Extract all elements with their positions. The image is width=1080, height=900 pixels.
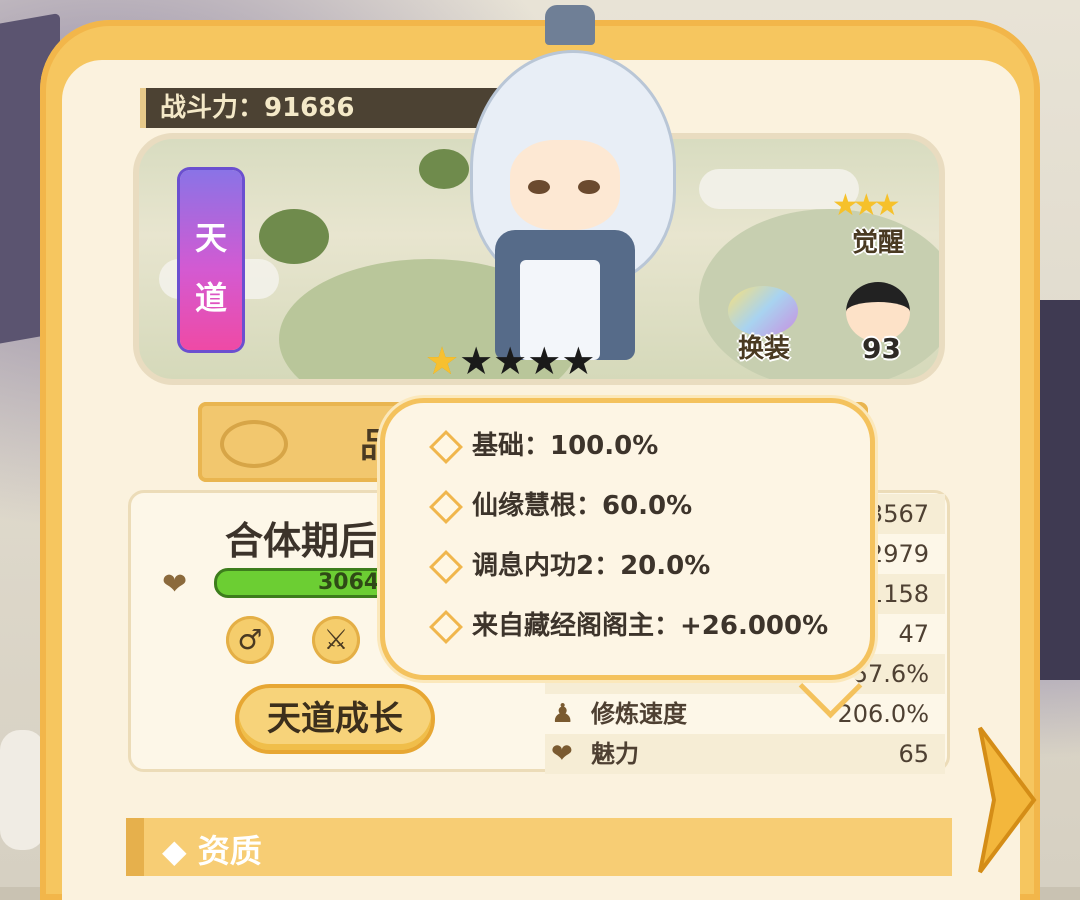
tier-tag-char: 天 xyxy=(194,219,227,257)
follower-count: 93 xyxy=(862,332,901,365)
heart-icon: ❤ xyxy=(162,567,188,602)
stat-name: 修炼速度 xyxy=(591,700,687,728)
character-eye xyxy=(528,180,550,194)
awaken-button[interactable]: 觉醒 xyxy=(852,222,904,259)
star-empty-icon: ★ xyxy=(493,339,528,383)
stat-row-charm: ❤ 魅力 65 xyxy=(545,734,945,774)
tier-tag: 天 道 xyxy=(180,170,242,350)
side-character xyxy=(0,730,45,850)
character-eye xyxy=(578,180,600,194)
star-rating: ★★★★★ xyxy=(425,342,595,380)
stat-value: 1158 xyxy=(867,580,929,608)
tooltip-row: 调息内功2：20.0% xyxy=(429,546,710,586)
stat-value: 47 xyxy=(898,620,929,648)
star-empty-icon: ★ xyxy=(459,339,494,383)
meditate-icon: ♟ xyxy=(551,699,575,729)
tooltip-row: 来自藏经阁阁主：+26.000% xyxy=(429,606,828,646)
stat-value: 2979 xyxy=(867,540,929,568)
stat-value: 3567 xyxy=(867,500,929,528)
stat-row-cultivation-speed: ♟ 修炼速度 206.0% xyxy=(545,694,945,734)
tier-tag-char: 道 xyxy=(194,279,227,317)
heart-icon: ❤ xyxy=(551,739,573,769)
character-crown xyxy=(545,5,595,45)
next-arrow-icon[interactable] xyxy=(972,720,1042,880)
tooltip-row: 基础：100.0% xyxy=(429,426,658,466)
diamond-bullet-icon xyxy=(429,489,463,524)
weapon-icon[interactable]: ⚔ xyxy=(312,616,360,664)
change-outfit-button[interactable]: 换装 xyxy=(738,328,790,365)
gender-male-icon[interactable]: ♂ xyxy=(226,616,274,664)
tooltip-row: 仙缘慧根：60.0% xyxy=(429,486,692,526)
stat-value: 206.0% xyxy=(837,700,929,728)
heaven-growth-button[interactable]: 天道成长 xyxy=(235,684,435,754)
cloud-ornament-icon xyxy=(220,420,288,468)
character-face xyxy=(510,140,620,230)
cultivation-realm: 合体期后 xyxy=(225,519,378,563)
awaken-stars-icon[interactable]: ★★★ xyxy=(832,188,901,223)
stat-value: 65 xyxy=(898,740,929,768)
hp-value: 3064 xyxy=(318,570,380,595)
stat-name: 魅力 xyxy=(591,740,639,768)
diamond-bullet-icon xyxy=(429,609,463,644)
diamond-bullet-icon xyxy=(429,549,463,584)
star-filled-icon: ★ xyxy=(425,339,460,383)
diamond-bullet-icon xyxy=(429,429,463,464)
aptitude-section-label: ◆ 资质 xyxy=(162,832,262,870)
star-empty-icon: ★ xyxy=(561,339,596,383)
star-empty-icon: ★ xyxy=(527,339,562,383)
scene-tree xyxy=(259,209,329,264)
